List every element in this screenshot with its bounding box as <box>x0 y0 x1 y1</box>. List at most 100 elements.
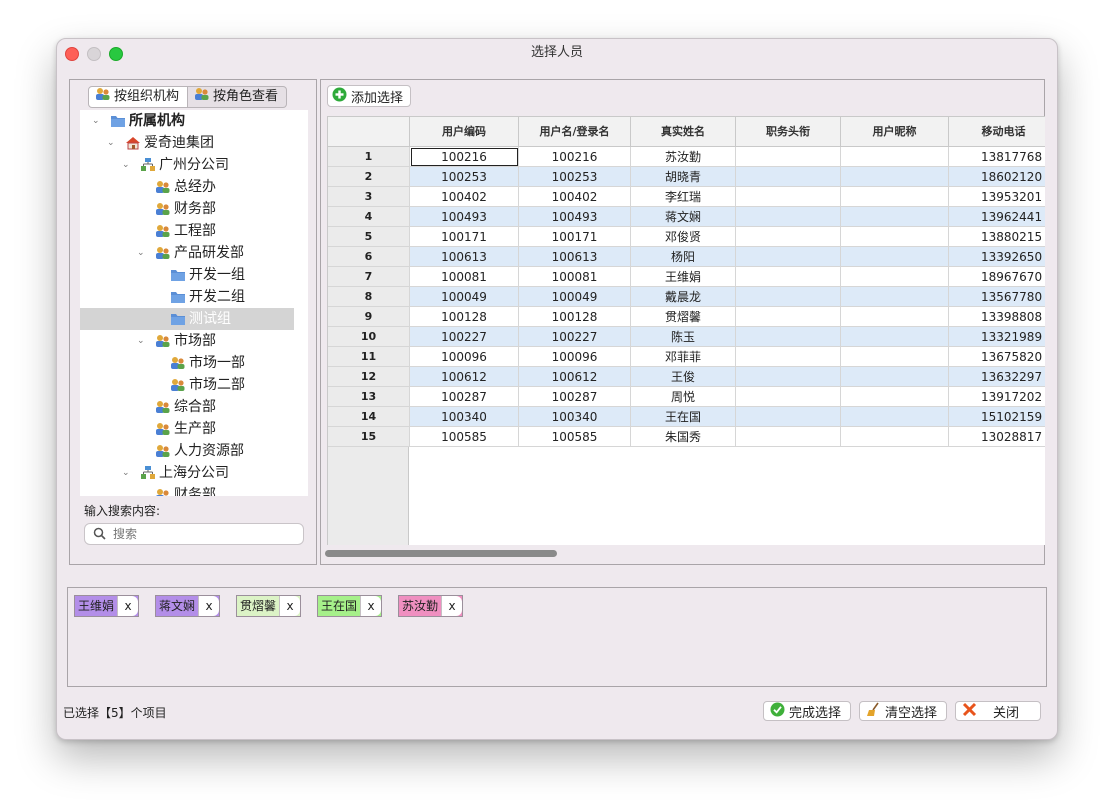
cell-real-name[interactable]: 邓俊贤 <box>631 227 736 247</box>
cell-real-name[interactable]: 李红瑞 <box>631 187 736 207</box>
cell-user-code[interactable]: 100493 <box>410 207 519 227</box>
cell-nickname[interactable] <box>841 247 949 267</box>
cell-mobile[interactable]: 13962441 <box>949 207 1045 227</box>
tree-item[interactable]: 财务部 <box>80 198 294 220</box>
table-row[interactable]: 12 100612 100612 王俊 13632297 <box>328 367 1045 387</box>
remove-chip-button[interactable]: x <box>441 596 463 616</box>
row-number[interactable]: 11 <box>328 347 410 367</box>
cell-job-title[interactable] <box>736 207 841 227</box>
row-number[interactable]: 14 <box>328 407 410 427</box>
chevron-down-icon[interactable]: ⌄ <box>107 132 117 148</box>
tree-item[interactable]: 人力资源部 <box>80 440 294 462</box>
row-number[interactable]: 3 <box>328 187 410 207</box>
minimize-window-button[interactable] <box>87 47 101 61</box>
cell-login[interactable]: 100049 <box>519 287 631 307</box>
cell-mobile[interactable]: 18602120 <box>949 167 1045 187</box>
tree-item[interactable]: 开发二组 <box>80 286 294 308</box>
tree-item[interactable]: 工程部 <box>80 220 294 242</box>
row-number[interactable]: 13 <box>328 387 410 407</box>
cell-nickname[interactable] <box>841 267 949 287</box>
cell-mobile[interactable]: 15102159 <box>949 407 1045 427</box>
cell-user-code[interactable]: 100402 <box>410 187 519 207</box>
cell-login[interactable]: 100096 <box>519 347 631 367</box>
tree-item[interactable]: 财务部 <box>80 484 294 496</box>
cell-user-code[interactable]: 100049 <box>410 287 519 307</box>
row-number[interactable]: 12 <box>328 367 410 387</box>
cell-nickname[interactable] <box>841 427 949 447</box>
cell-login[interactable]: 100585 <box>519 427 631 447</box>
remove-chip-button[interactable]: x <box>198 596 220 616</box>
row-number[interactable]: 6 <box>328 247 410 267</box>
tree-item[interactable]: ⌄ 上海分公司 <box>80 462 294 484</box>
cell-user-code[interactable]: 100216 <box>410 147 519 167</box>
cell-real-name[interactable]: 王俊 <box>631 367 736 387</box>
cell-mobile[interactable]: 13953201 <box>949 187 1045 207</box>
table-row[interactable]: 11 100096 100096 邓菲菲 13675820 <box>328 347 1045 367</box>
cell-user-code[interactable]: 100253 <box>410 167 519 187</box>
row-number[interactable]: 10 <box>328 327 410 347</box>
row-number[interactable]: 1 <box>328 147 410 167</box>
close-window-button[interactable] <box>65 47 79 61</box>
cell-login[interactable]: 100613 <box>519 247 631 267</box>
row-number[interactable]: 4 <box>328 207 410 227</box>
search-field[interactable] <box>84 523 304 545</box>
cell-job-title[interactable] <box>736 147 841 167</box>
cell-real-name[interactable]: 陈玉 <box>631 327 736 347</box>
clear-selection-button[interactable]: 清空选择 <box>859 701 947 721</box>
cell-job-title[interactable] <box>736 187 841 207</box>
cell-user-code[interactable]: 100081 <box>410 267 519 287</box>
cell-job-title[interactable] <box>736 407 841 427</box>
cell-user-code[interactable]: 100128 <box>410 307 519 327</box>
finish-selection-button[interactable]: 完成选择 <box>763 701 851 721</box>
table-row[interactable]: 5 100171 100171 邓俊贤 13880215 <box>328 227 1045 247</box>
cell-login[interactable]: 100253 <box>519 167 631 187</box>
table-row[interactable]: 1 100216 100216 苏汝勤 13817768 <box>328 147 1045 167</box>
table-row[interactable]: 14 100340 100340 王在国 15102159 <box>328 407 1045 427</box>
tree-item[interactable]: ⌄ 广州分公司 <box>80 154 294 176</box>
cell-user-code[interactable]: 100287 <box>410 387 519 407</box>
table-row[interactable]: 2 100253 100253 胡晓青 18602120 <box>328 167 1045 187</box>
cell-user-code[interactable]: 100585 <box>410 427 519 447</box>
cell-login[interactable]: 100171 <box>519 227 631 247</box>
cell-mobile[interactable]: 13028817 <box>949 427 1045 447</box>
cell-login[interactable]: 100340 <box>519 407 631 427</box>
tree-item[interactable]: 测试组 <box>80 308 294 330</box>
cell-user-code[interactable]: 100171 <box>410 227 519 247</box>
cell-job-title[interactable] <box>736 247 841 267</box>
cell-job-title[interactable] <box>736 167 841 187</box>
cell-login[interactable]: 100081 <box>519 267 631 287</box>
cell-job-title[interactable] <box>736 387 841 407</box>
col-header-real-name[interactable]: 真实姓名 <box>631 117 736 147</box>
search-input[interactable] <box>111 525 301 543</box>
row-number[interactable]: 5 <box>328 227 410 247</box>
cell-user-code[interactable]: 100096 <box>410 347 519 367</box>
cell-mobile[interactable]: 13392650 <box>949 247 1045 267</box>
cell-mobile[interactable]: 13398808 <box>949 307 1045 327</box>
row-number[interactable]: 8 <box>328 287 410 307</box>
cell-real-name[interactable]: 戴晨龙 <box>631 287 736 307</box>
cell-login[interactable]: 100287 <box>519 387 631 407</box>
tree-item[interactable]: 综合部 <box>80 396 294 418</box>
cell-nickname[interactable] <box>841 287 949 307</box>
tree-item[interactable]: 开发一组 <box>80 264 294 286</box>
cell-mobile[interactable]: 13675820 <box>949 347 1045 367</box>
cell-nickname[interactable] <box>841 387 949 407</box>
cell-nickname[interactable] <box>841 147 949 167</box>
cell-mobile[interactable]: 13917202 <box>949 387 1045 407</box>
tree-item[interactable]: 总经办 <box>80 176 294 198</box>
add-selection-button[interactable]: 添加选择 <box>327 85 412 107</box>
tree-item[interactable]: ⌄ 市场部 <box>80 330 294 352</box>
cell-real-name[interactable]: 蒋文娴 <box>631 207 736 227</box>
tree-item[interactable]: 市场二部 <box>80 374 294 396</box>
cell-job-title[interactable] <box>736 227 841 247</box>
cell-user-code[interactable]: 100227 <box>410 327 519 347</box>
cell-real-name[interactable]: 贯熠馨 <box>631 307 736 327</box>
table-horizontal-scrollbar[interactable] <box>325 550 557 557</box>
table-row[interactable]: 4 100493 100493 蒋文娴 13962441 <box>328 207 1045 227</box>
cell-login[interactable]: 100216 <box>519 147 631 167</box>
table-row[interactable]: 9 100128 100128 贯熠馨 13398808 <box>328 307 1045 327</box>
cell-mobile[interactable]: 13321989 <box>949 327 1045 347</box>
zoom-window-button[interactable] <box>109 47 123 61</box>
table-row[interactable]: 3 100402 100402 李红瑞 13953201 <box>328 187 1045 207</box>
cell-job-title[interactable] <box>736 287 841 307</box>
